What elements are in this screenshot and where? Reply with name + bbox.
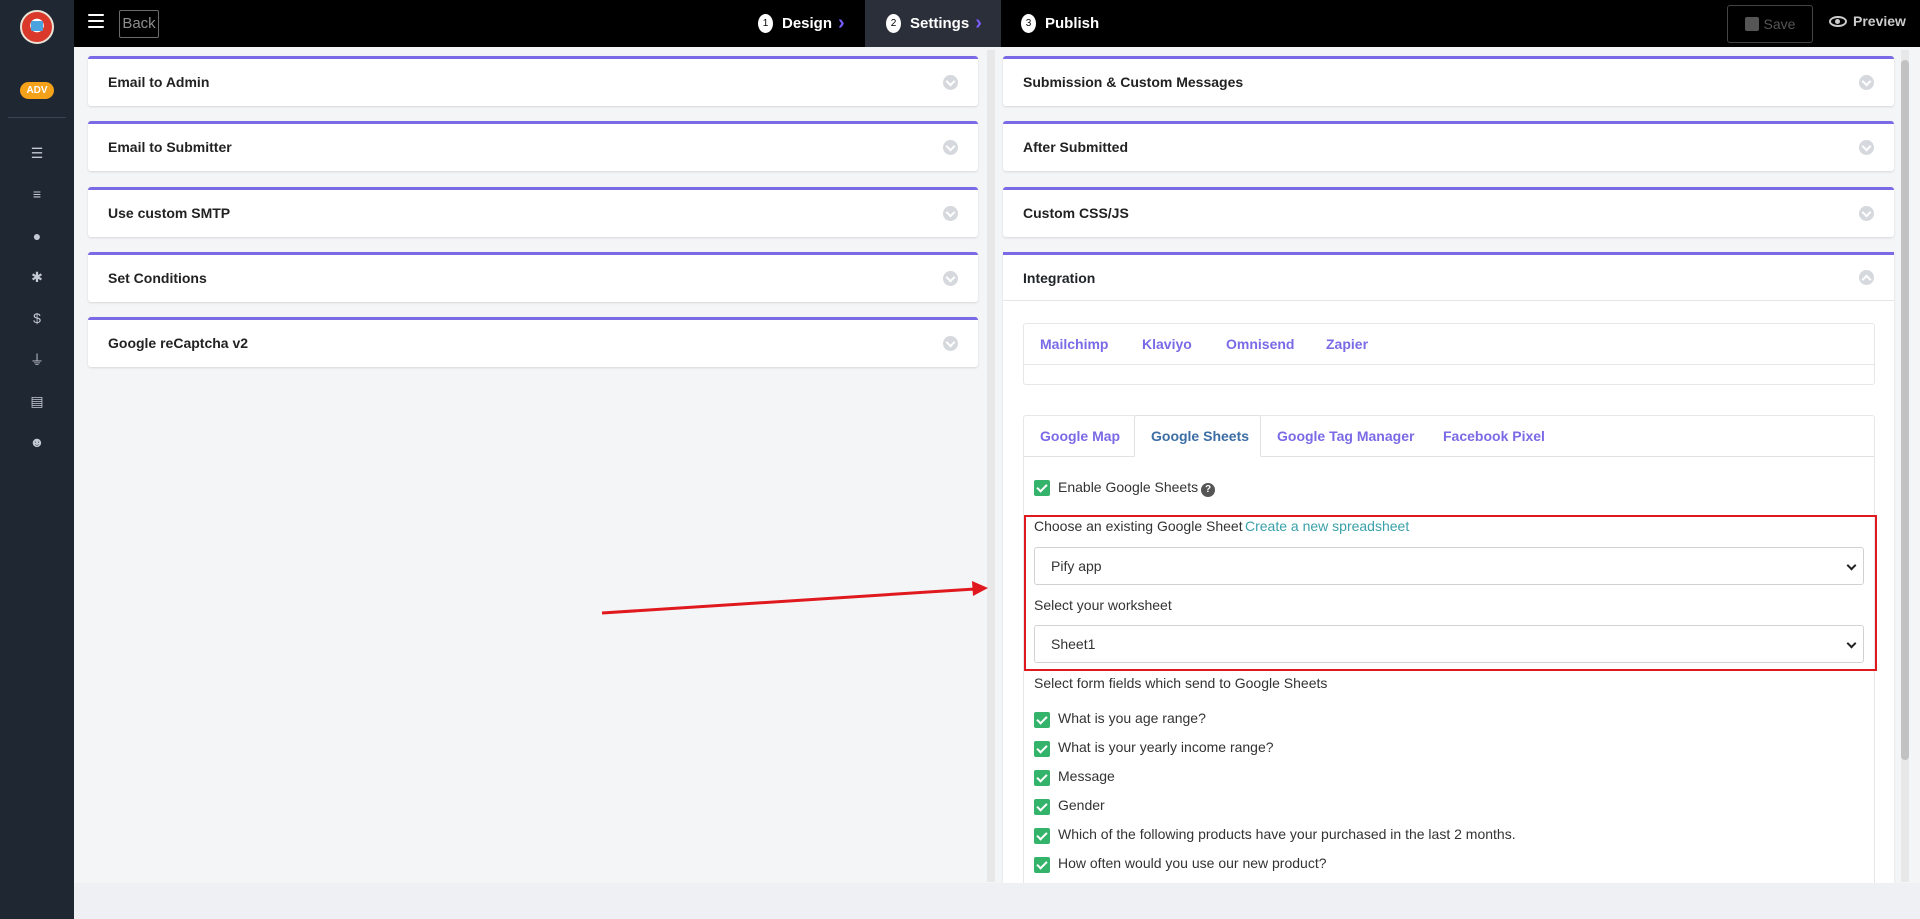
- annotation-arrow: [601, 581, 988, 615]
